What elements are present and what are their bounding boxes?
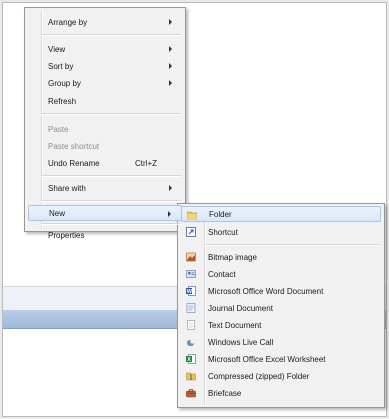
menu-item-label: Arrange by [48,17,88,27]
submenu-arrow-icon [169,19,172,25]
menu-item-label: Paste [48,124,69,134]
submenu-item-zipped-folder[interactable]: Compressed (zipped) Folder [181,368,381,384]
submenu-item-briefcase[interactable]: Briefcase [181,385,381,401]
word-document-icon: W [186,286,196,296]
submenu-arrow-icon [169,46,172,52]
submenu-item-word-document[interactable]: W Microsoft Office Word Document [181,283,381,299]
menu-item-new[interactable]: New [28,205,182,221]
menu-item-label: Refresh [48,96,77,106]
submenu-item-label: Microsoft Office Word Document [208,286,324,296]
submenu-separator [204,244,380,246]
briefcase-icon [186,389,196,398]
submenu-item-contact[interactable]: Contact [181,266,381,282]
menu-item-undo-rename[interactable]: Undo Rename Ctrl+Z [28,155,182,171]
submenu-item-label: Journal Document [208,303,273,313]
menu-item-label: Sort by [48,61,74,71]
svg-text:W: W [187,289,193,295]
menu-item-label: View [48,44,66,54]
excel-worksheet-icon: X [186,354,196,364]
menu-item-group-by[interactable]: Group by [28,75,182,91]
submenu-arrow-icon [169,80,172,86]
submenu-item-label: Briefcase [208,388,242,398]
submenu-item-windows-live-call[interactable]: Windows Live Call [181,334,381,350]
menu-item-paste-shortcut: Paste shortcut [28,138,182,154]
submenu-item-text-document[interactable]: Text Document [181,317,381,333]
submenu-item-label: Text Document [208,320,262,330]
shortcut-icon [186,227,196,237]
submenu-item-folder[interactable]: Folder [181,206,381,222]
journal-document-icon [186,303,196,313]
menu-item-label: Paste shortcut [48,141,100,151]
submenu-item-label: Bitmap image [208,252,257,262]
menu-separator [41,223,181,225]
menu-item-arrange-by[interactable]: Arrange by [28,14,182,30]
menu-item-label: New [49,208,66,218]
submenu-item-excel-worksheet[interactable]: X Microsoft Office Excel Worksheet [181,351,381,367]
submenu-item-bitmap-image[interactable]: Bitmap image [181,249,381,265]
submenu-item-label: Folder [209,209,232,219]
bitmap-icon [186,252,196,262]
submenu-item-label: Windows Live Call [208,337,274,347]
menu-item-shortcut: Ctrl+Z [135,158,157,168]
menu-item-paste: Paste [28,121,182,137]
new-submenu: Folder Shortcut Bitmap image Contact W M… [177,203,385,408]
live-call-icon [187,340,194,346]
menu-separator [41,34,181,36]
submenu-arrow-icon [169,63,172,69]
menu-item-label: Properties [48,230,85,240]
text-document-icon [187,320,195,330]
menu-separator [41,200,181,202]
menu-item-properties[interactable]: Properties [28,227,182,243]
menu-item-refresh[interactable]: Refresh [28,93,182,109]
submenu-item-label: Contact [208,269,236,279]
contact-icon [186,270,196,278]
menu-separator [41,113,181,115]
submenu-item-shortcut[interactable]: Shortcut [181,224,381,240]
submenu-item-label: Shortcut [208,227,238,237]
menu-item-view[interactable]: View [28,41,182,57]
svg-text:X: X [187,357,191,363]
zipped-folder-icon [186,372,196,381]
submenu-arrow-icon [168,211,171,217]
menu-item-label: Share with [48,183,86,193]
menu-item-label: Undo Rename [48,158,100,168]
menu-item-label: Group by [48,78,81,88]
menu-item-share-with[interactable]: Share with [28,180,182,196]
submenu-item-label: Microsoft Office Excel Worksheet [208,354,326,364]
menu-item-sort-by[interactable]: Sort by [28,58,182,74]
submenu-item-label: Compressed (zipped) Folder [208,371,310,381]
submenu-item-journal-document[interactable]: Journal Document [181,300,381,316]
folder-icon [187,211,197,220]
context-menu: Arrange by View Sort by Group by Refresh… [24,7,186,240]
menu-separator [41,175,181,177]
submenu-arrow-icon [169,185,172,191]
